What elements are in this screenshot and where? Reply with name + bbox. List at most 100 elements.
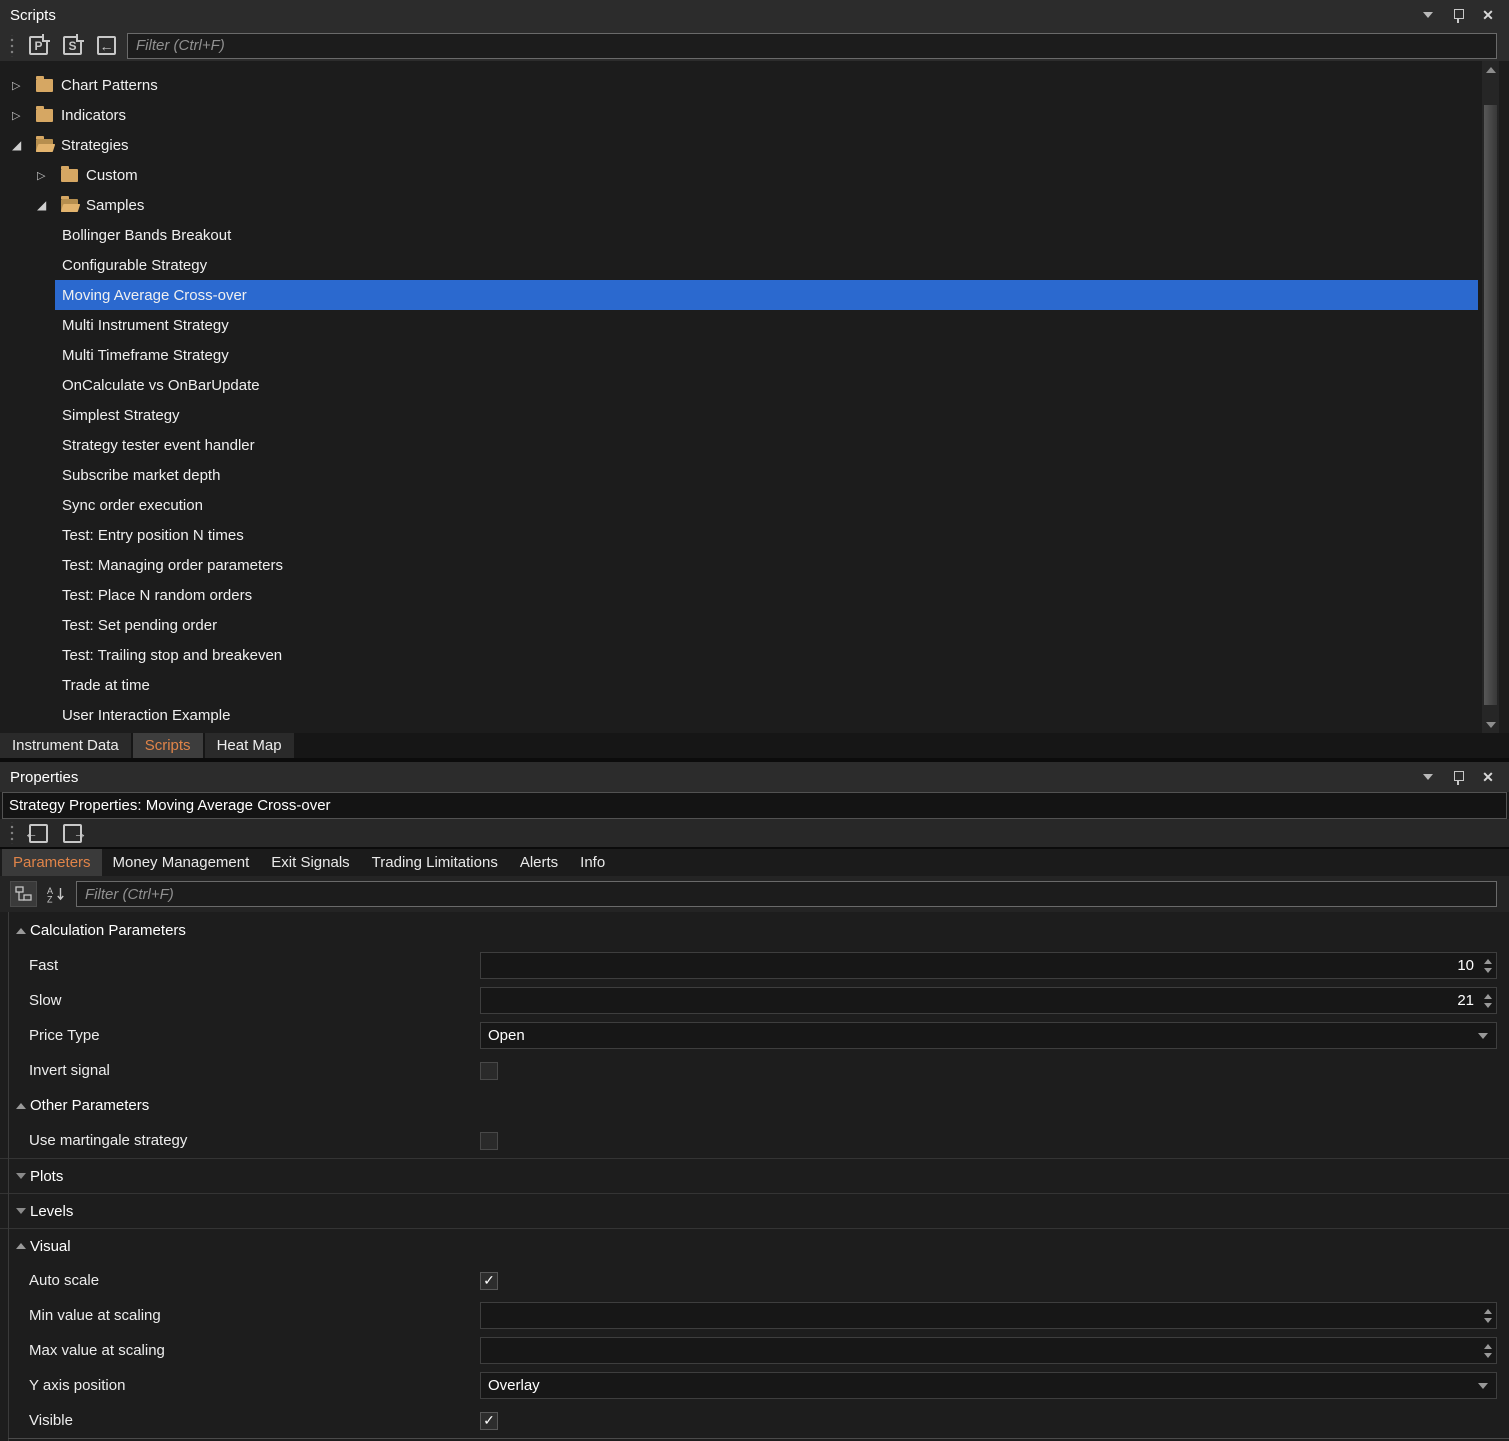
- chevron-down-icon: [1478, 1033, 1488, 1039]
- tree-item-label: Multi Instrument Strategy: [62, 317, 229, 334]
- tree-folder-row[interactable]: ◢ Samples: [0, 190, 1478, 220]
- tree-leaf-row[interactable]: Trade at time: [0, 670, 1478, 700]
- section-collapse-icon[interactable]: [16, 928, 30, 934]
- group-by-category-button[interactable]: [10, 881, 37, 907]
- strategy-properties-title: Strategy Properties: Moving Average Cros…: [2, 792, 1507, 819]
- tree-leaf-row[interactable]: Moving Average Cross-over: [0, 280, 1478, 310]
- tree-folder-row[interactable]: ▷Indicators: [0, 100, 1478, 130]
- dropdown-value: Open: [481, 1027, 525, 1044]
- min-value-at-scaling-input[interactable]: [480, 1302, 1497, 1329]
- param-row-y-axis-position: Y axis positionOverlay: [0, 1368, 1509, 1403]
- section-expand-icon[interactable]: [16, 1173, 30, 1179]
- spinner-arrows-icon[interactable]: [1484, 1338, 1492, 1363]
- sort-az-button[interactable]: A Z: [43, 881, 70, 907]
- section-collapse-icon[interactable]: [16, 1103, 30, 1109]
- close-icon[interactable]: ✕: [1477, 5, 1499, 25]
- section-collapse-icon[interactable]: [16, 1243, 30, 1249]
- tab-money-management[interactable]: Money Management: [102, 849, 261, 876]
- tree-leaf-row[interactable]: Test: Place N random orders: [0, 580, 1478, 610]
- spinner-arrows-icon[interactable]: [1484, 953, 1492, 978]
- export-settings-icon: →: [63, 824, 82, 843]
- tree-leaf-row[interactable]: Test: Managing order parameters: [0, 550, 1478, 580]
- tree-leaf-row[interactable]: Strategy tester event handler: [0, 430, 1478, 460]
- panel-menu-dropdown-icon[interactable]: [1417, 5, 1439, 25]
- visible-checkbox[interactable]: ✓: [480, 1412, 498, 1430]
- collapse-arrow-icon[interactable]: ◢: [12, 138, 36, 152]
- tree-folder-row[interactable]: ◢Strategies: [0, 130, 1478, 160]
- tree-leaf-row[interactable]: Subscribe market depth: [0, 460, 1478, 490]
- spinner-arrows-icon[interactable]: [1484, 1303, 1492, 1328]
- param-row-price-type: Price TypeOpen: [0, 1018, 1509, 1053]
- export-settings-button[interactable]: →: [59, 820, 86, 846]
- properties-tabs: ParametersMoney ManagementExit SignalsTr…: [0, 849, 1509, 876]
- price-type-dropdown[interactable]: Open: [480, 1022, 1497, 1049]
- import-settings-button[interactable]: ←: [25, 820, 52, 846]
- param-control: ✓: [480, 1412, 1497, 1430]
- tree-leaf-row[interactable]: OnCalculate vs OnBarUpdate: [0, 370, 1478, 400]
- toolbar-grip-handle[interactable]: [10, 35, 14, 57]
- scripts-panel-title: Scripts: [10, 7, 56, 24]
- section-header-calculation-parameters[interactable]: Calculation Parameters: [0, 913, 1509, 948]
- tree-leaf-row[interactable]: Configurable Strategy: [0, 250, 1478, 280]
- bottom-tab-scripts[interactable]: Scripts: [133, 733, 203, 758]
- import-script-button[interactable]: ←: [93, 33, 120, 59]
- pin-icon[interactable]: [1447, 5, 1469, 25]
- tree-folder-row[interactable]: ▷Chart Patterns: [0, 70, 1478, 100]
- tree-item-label: Simplest Strategy: [62, 407, 180, 424]
- parameters-filter-input[interactable]: [76, 881, 1497, 907]
- scripts-filter-input[interactable]: [127, 33, 1497, 59]
- tab-info[interactable]: Info: [569, 849, 616, 876]
- scrollbar-down-icon[interactable]: [1482, 716, 1499, 733]
- param-control: 10: [480, 952, 1497, 979]
- tab-exit-signals[interactable]: Exit Signals: [260, 849, 360, 876]
- param-row-use-martingale-strategy: Use martingale strategy✓: [0, 1123, 1509, 1158]
- param-label: Max value at scaling: [29, 1342, 480, 1359]
- fast-input[interactable]: 10: [480, 952, 1497, 979]
- tree-leaf-row[interactable]: Bollinger Bands Breakout: [0, 220, 1478, 250]
- sort-az-icon: A Z: [47, 886, 66, 903]
- tree-leaf-row[interactable]: Simplest Strategy: [0, 400, 1478, 430]
- section-header-other-parameters[interactable]: Other Parameters: [0, 1088, 1509, 1123]
- section-header-levels[interactable]: Levels: [0, 1193, 1509, 1228]
- bottom-tab-heat-map[interactable]: Heat Map: [205, 733, 294, 758]
- tree-item-label: Custom: [86, 167, 138, 184]
- tree-leaf-row[interactable]: Test: Trailing stop and breakeven: [0, 640, 1478, 670]
- expand-arrow-icon[interactable]: ▷: [12, 109, 36, 122]
- collapse-arrow-icon[interactable]: ◢: [37, 198, 61, 212]
- tab-alerts[interactable]: Alerts: [509, 849, 569, 876]
- toolbar-grip-handle[interactable]: [10, 822, 14, 844]
- tree-leaf-row[interactable]: Multi Instrument Strategy: [0, 310, 1478, 340]
- tree-item-label: Samples: [86, 197, 144, 214]
- tab-parameters[interactable]: Parameters: [2, 849, 102, 876]
- panel-menu-dropdown-icon[interactable]: [1417, 767, 1439, 787]
- tree-leaf-row[interactable]: User Interaction Example: [0, 700, 1478, 730]
- tree-leaf-row[interactable]: Test: Entry position N times: [0, 520, 1478, 550]
- max-value-at-scaling-input[interactable]: [480, 1337, 1497, 1364]
- expand-arrow-icon[interactable]: ▷: [12, 79, 36, 92]
- tree-folder-row[interactable]: ▷ Custom: [0, 160, 1478, 190]
- section-header-visual[interactable]: Visual: [0, 1228, 1509, 1263]
- tree-scrollbar[interactable]: [1482, 61, 1499, 733]
- auto-scale-checkbox[interactable]: ✓: [480, 1272, 498, 1290]
- tree-leaf-row[interactable]: Sync order execution: [0, 490, 1478, 520]
- new-s-script-button[interactable]: S: [59, 33, 86, 59]
- spinner-arrows-icon[interactable]: [1484, 988, 1492, 1013]
- tree-item-label: Configurable Strategy: [62, 257, 207, 274]
- param-control: [480, 1337, 1497, 1364]
- use-martingale-strategy-checkbox[interactable]: ✓: [480, 1132, 498, 1150]
- slow-input[interactable]: 21: [480, 987, 1497, 1014]
- pin-icon[interactable]: [1447, 767, 1469, 787]
- tree-leaf-row[interactable]: Test: Set pending order: [0, 610, 1478, 640]
- tab-trading-limitations[interactable]: Trading Limitations: [361, 849, 509, 876]
- expand-arrow-icon[interactable]: ▷: [37, 169, 61, 182]
- section-expand-icon[interactable]: [16, 1208, 30, 1214]
- scrollbar-thumb[interactable]: [1484, 105, 1497, 705]
- y-axis-position-dropdown[interactable]: Overlay: [480, 1372, 1497, 1399]
- section-header-plots[interactable]: Plots: [0, 1158, 1509, 1193]
- close-icon[interactable]: ✕: [1477, 767, 1499, 787]
- new-p-script-button[interactable]: P: [25, 33, 52, 59]
- bottom-tab-instrument-data[interactable]: Instrument Data: [0, 733, 131, 758]
- invert-signal-checkbox[interactable]: ✓: [480, 1062, 498, 1080]
- scrollbar-up-icon[interactable]: [1482, 61, 1499, 78]
- tree-leaf-row[interactable]: Multi Timeframe Strategy: [0, 340, 1478, 370]
